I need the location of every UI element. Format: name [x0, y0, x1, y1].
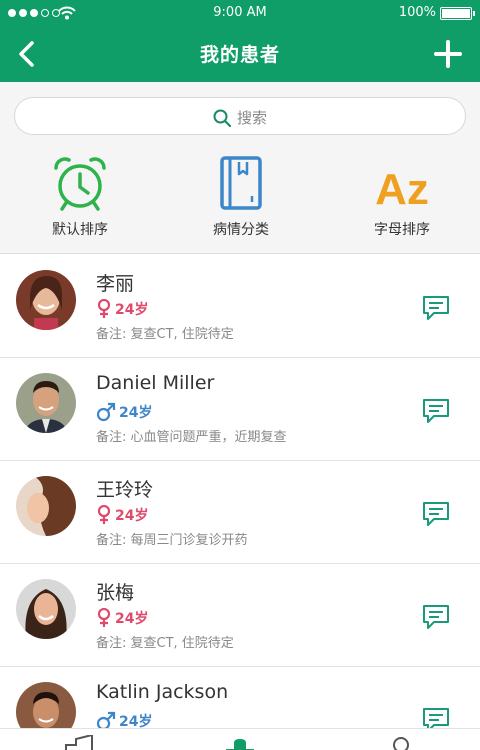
patient-name: 李丽 — [96, 273, 135, 295]
patient-name: 王玲玲 — [96, 479, 154, 501]
sort-category-label: 病情分类 — [213, 222, 269, 238]
patient-row[interactable]: 李丽 24岁 备注: 复查CT, 住院待定 — [0, 255, 480, 358]
sort-default-button[interactable]: 默认排序 — [20, 154, 140, 239]
patient-row[interactable]: 张梅 24岁 备注: 复查CT, 住院待定 — [0, 564, 480, 667]
female-icon — [97, 505, 111, 524]
message-icon[interactable] — [422, 501, 450, 527]
patient-name: Daniel Miller — [96, 372, 215, 394]
patient-name: 张梅 — [96, 582, 135, 604]
sort-alphabet-label: 字母排序 — [374, 222, 430, 238]
patient-gender-age: 24岁 — [96, 299, 148, 319]
female-icon — [97, 608, 111, 627]
az-icon: Az — [375, 165, 429, 214]
patient-note: 备注: 复查CT, 住院待定 — [96, 327, 234, 342]
search-placeholder: 搜索 — [236, 109, 267, 127]
navigation-bar: 我的患者 — [0, 26, 480, 82]
tab-home-icon[interactable] — [64, 735, 96, 750]
search-input[interactable]: 搜索 — [14, 97, 466, 135]
message-icon[interactable] — [422, 295, 450, 321]
patient-row[interactable]: 王玲玲 24岁 备注: 每周三门诊复诊开药 — [0, 461, 480, 564]
patient-name: Katlin Jackson — [96, 681, 229, 703]
tab-bar — [0, 728, 480, 750]
patient-row[interactable]: Daniel Miller 24岁 备注: 心血管问题严重，近期复查 — [0, 358, 480, 461]
tab-patients-icon[interactable] — [224, 737, 256, 750]
patient-age: 24岁 — [115, 611, 149, 627]
avatar — [16, 476, 76, 536]
filter-area: 搜索 默认排序 病情分类 Az 字母排序 — [0, 82, 480, 254]
avatar — [16, 579, 76, 639]
patient-note: 备注: 复查CT, 住院待定 — [96, 636, 234, 651]
notebook-icon — [220, 156, 262, 210]
add-patient-icon[interactable] — [432, 38, 464, 70]
patient-gender-age: 24岁 — [96, 505, 148, 525]
avatar — [16, 373, 76, 433]
status-bar: 9:00 AM 100% — [0, 0, 480, 26]
male-icon — [96, 402, 116, 422]
message-icon[interactable] — [422, 604, 450, 630]
alarm-clock-icon — [54, 157, 106, 211]
page-title: 我的患者 — [199, 44, 280, 66]
sort-default-label: 默认排序 — [52, 222, 108, 238]
patient-gender-age: 24岁 — [96, 608, 148, 628]
battery-icon — [440, 7, 475, 20]
patient-gender-age: 24岁 — [96, 402, 152, 422]
patient-age: 24岁 — [115, 302, 149, 318]
patient-age: 24岁 — [119, 405, 153, 421]
sort-category-button[interactable]: 病情分类 — [181, 154, 301, 239]
search-icon — [213, 109, 231, 127]
battery-percent: 100% — [398, 5, 436, 20]
female-icon — [97, 299, 111, 318]
patient-note: 备注: 心血管问题严重，近期复查 — [96, 430, 287, 445]
avatar — [16, 270, 76, 330]
sort-alphabet-button[interactable]: Az 字母排序 — [342, 154, 462, 239]
tab-profile-icon[interactable] — [390, 735, 412, 750]
svg-text:Az: Az — [375, 165, 429, 214]
patient-age: 24岁 — [115, 508, 149, 524]
patient-note: 备注: 每周三门诊复诊开药 — [96, 533, 248, 548]
message-icon[interactable] — [422, 398, 450, 424]
